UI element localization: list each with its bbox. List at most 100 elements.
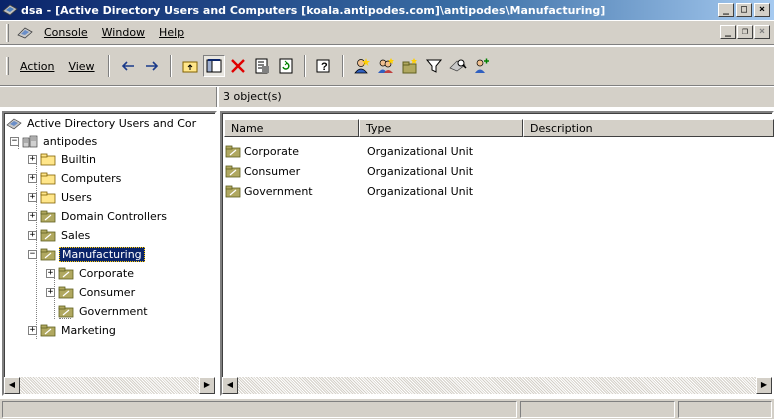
tree-item-label: Active Directory Users and Cor	[27, 116, 197, 130]
new-group-icon[interactable]	[375, 55, 397, 77]
tree-item-corporate[interactable]: + Corporate	[46, 264, 136, 282]
list-item[interactable]: Corporate Organizational Unit	[225, 142, 473, 160]
scroll-left-button[interactable]: ◀	[222, 377, 238, 394]
status-panel-main	[2, 401, 517, 418]
menu-console-label: Console	[44, 26, 88, 39]
title-bar[interactable]: dsa - [Active Directory Users and Comput…	[0, 0, 774, 20]
list-item-name: Consumer	[244, 164, 301, 178]
toolbar-separator	[341, 55, 344, 77]
list-item-name: Corporate	[244, 144, 299, 158]
toolbar-separator	[303, 55, 306, 77]
tree-item-computers[interactable]: + Computers	[28, 169, 123, 187]
find-icon[interactable]	[447, 55, 469, 77]
app-icon	[2, 3, 18, 17]
mdi-close-button[interactable]: ×	[754, 25, 770, 39]
expand-toggle[interactable]: +	[28, 211, 37, 221]
tree-item-label: antipodes	[43, 134, 98, 148]
status-panel-tertiary	[678, 401, 772, 418]
minimize-button[interactable]: _	[718, 3, 734, 17]
svg-text:?: ?	[321, 61, 328, 73]
tree-item-builtin[interactable]: + Builtin	[28, 150, 98, 168]
expand-toggle[interactable]: +	[28, 192, 37, 202]
new-ou-icon[interactable]	[399, 55, 421, 77]
collapse-toggle[interactable]: −	[28, 249, 37, 259]
properties-icon[interactable]	[251, 55, 273, 77]
details-list[interactable]: Name Type Description Corporate Organiza…	[220, 111, 774, 396]
refresh-icon[interactable]	[275, 55, 297, 77]
ou-icon	[40, 324, 56, 337]
expand-toggle[interactable]: +	[46, 268, 55, 278]
tree-item-label: Corporate	[79, 266, 134, 280]
expand-toggle[interactable]: +	[28, 173, 37, 183]
toolbar-grip[interactable]	[6, 57, 9, 75]
tree-item-users[interactable]: + Users	[28, 188, 94, 206]
domain-icon	[22, 135, 38, 148]
menubar-grip[interactable]	[6, 23, 9, 42]
column-header-name[interactable]: Name	[224, 119, 359, 137]
scroll-left-button[interactable]: ◀	[4, 377, 20, 394]
object-count: 3 object(s)	[219, 87, 774, 107]
expand-toggle[interactable]: +	[46, 287, 55, 297]
tree-item-domain-controllers[interactable]: + Domain Controllers	[28, 207, 169, 225]
up-folder-icon[interactable]	[179, 55, 201, 77]
forward-arrow-icon[interactable]	[141, 55, 163, 77]
list-item[interactable]: Consumer Organizational Unit	[225, 162, 473, 180]
console-tree[interactable]: Active Directory Users and Cor − antipod…	[2, 111, 217, 396]
mdi-minimize-button[interactable]: _	[720, 25, 736, 39]
menu-help-label: Help	[159, 26, 185, 39]
folder-icon	[40, 191, 56, 204]
column-header-description[interactable]: Description	[523, 119, 774, 137]
tree-item-label: Computers	[61, 171, 122, 185]
toolbar-separator	[107, 55, 110, 77]
expand-toggle[interactable]: +	[28, 154, 37, 164]
list-item-type: Organizational Unit	[367, 184, 474, 198]
scroll-right-button[interactable]: ▶	[199, 377, 215, 394]
show-hide-tree-icon[interactable]	[202, 55, 225, 77]
tree-item-sales[interactable]: + Sales	[28, 226, 92, 244]
tree-item-manufacturing[interactable]: − Manufacturing	[28, 245, 145, 263]
tree-item-label: Government	[79, 304, 148, 318]
tree-item-government[interactable]: Government	[58, 302, 150, 320]
close-button[interactable]: ×	[754, 3, 770, 17]
tree-item-label: Users	[61, 190, 92, 204]
mdi-restore-button[interactable]: ❐	[737, 25, 753, 39]
tree-item-consumer[interactable]: + Consumer	[46, 283, 137, 301]
window-title: dsa - [Active Directory Users and Comput…	[21, 3, 606, 17]
column-header-type[interactable]: Type	[359, 119, 523, 137]
help-icon[interactable]: ?	[313, 55, 335, 77]
expand-toggle[interactable]: +	[28, 325, 37, 335]
back-arrow-icon[interactable]	[117, 55, 139, 77]
tree-item-label: Builtin	[61, 152, 96, 166]
tree-item-label: Sales	[61, 228, 91, 242]
tree-item-label: Marketing	[61, 323, 116, 337]
status-panel-secondary	[520, 401, 675, 418]
list-horizontal-scrollbar[interactable]: ◀ ▶	[222, 377, 772, 394]
action-menu-label: Action	[20, 59, 55, 73]
action-menu[interactable]: Action	[13, 60, 61, 73]
add-to-group-icon[interactable]	[471, 55, 493, 77]
scroll-right-button[interactable]: ▶	[756, 377, 772, 394]
tree-item-marketing[interactable]: + Marketing	[28, 321, 118, 339]
list-item[interactable]: Government Organizational Unit	[225, 182, 473, 200]
ou-icon	[58, 267, 74, 280]
new-user-icon[interactable]	[351, 55, 373, 77]
tree-item-domain[interactable]: − antipodes	[10, 132, 99, 150]
ou-icon	[40, 229, 56, 242]
tree-item-label: Manufacturing	[59, 246, 145, 262]
list-item-name: Government	[244, 184, 313, 198]
menu-console[interactable]: Console	[37, 26, 95, 39]
ou-icon	[225, 165, 241, 178]
tree-pane-header	[0, 87, 217, 107]
view-menu[interactable]: View	[61, 60, 101, 73]
filter-icon[interactable]	[423, 55, 445, 77]
collapse-toggle[interactable]: −	[10, 136, 19, 146]
menu-window[interactable]: Window	[95, 26, 152, 39]
maximize-button[interactable]: □	[736, 3, 752, 17]
delete-icon[interactable]	[227, 55, 249, 77]
tree-horizontal-scrollbar[interactable]: ◀ ▶	[4, 377, 215, 394]
expand-toggle[interactable]: +	[28, 230, 37, 240]
tree-item-label: Domain Controllers	[61, 209, 168, 223]
status-bar	[0, 398, 774, 419]
tree-item-root[interactable]: Active Directory Users and Cor	[6, 114, 198, 132]
menu-help[interactable]: Help	[152, 26, 191, 39]
